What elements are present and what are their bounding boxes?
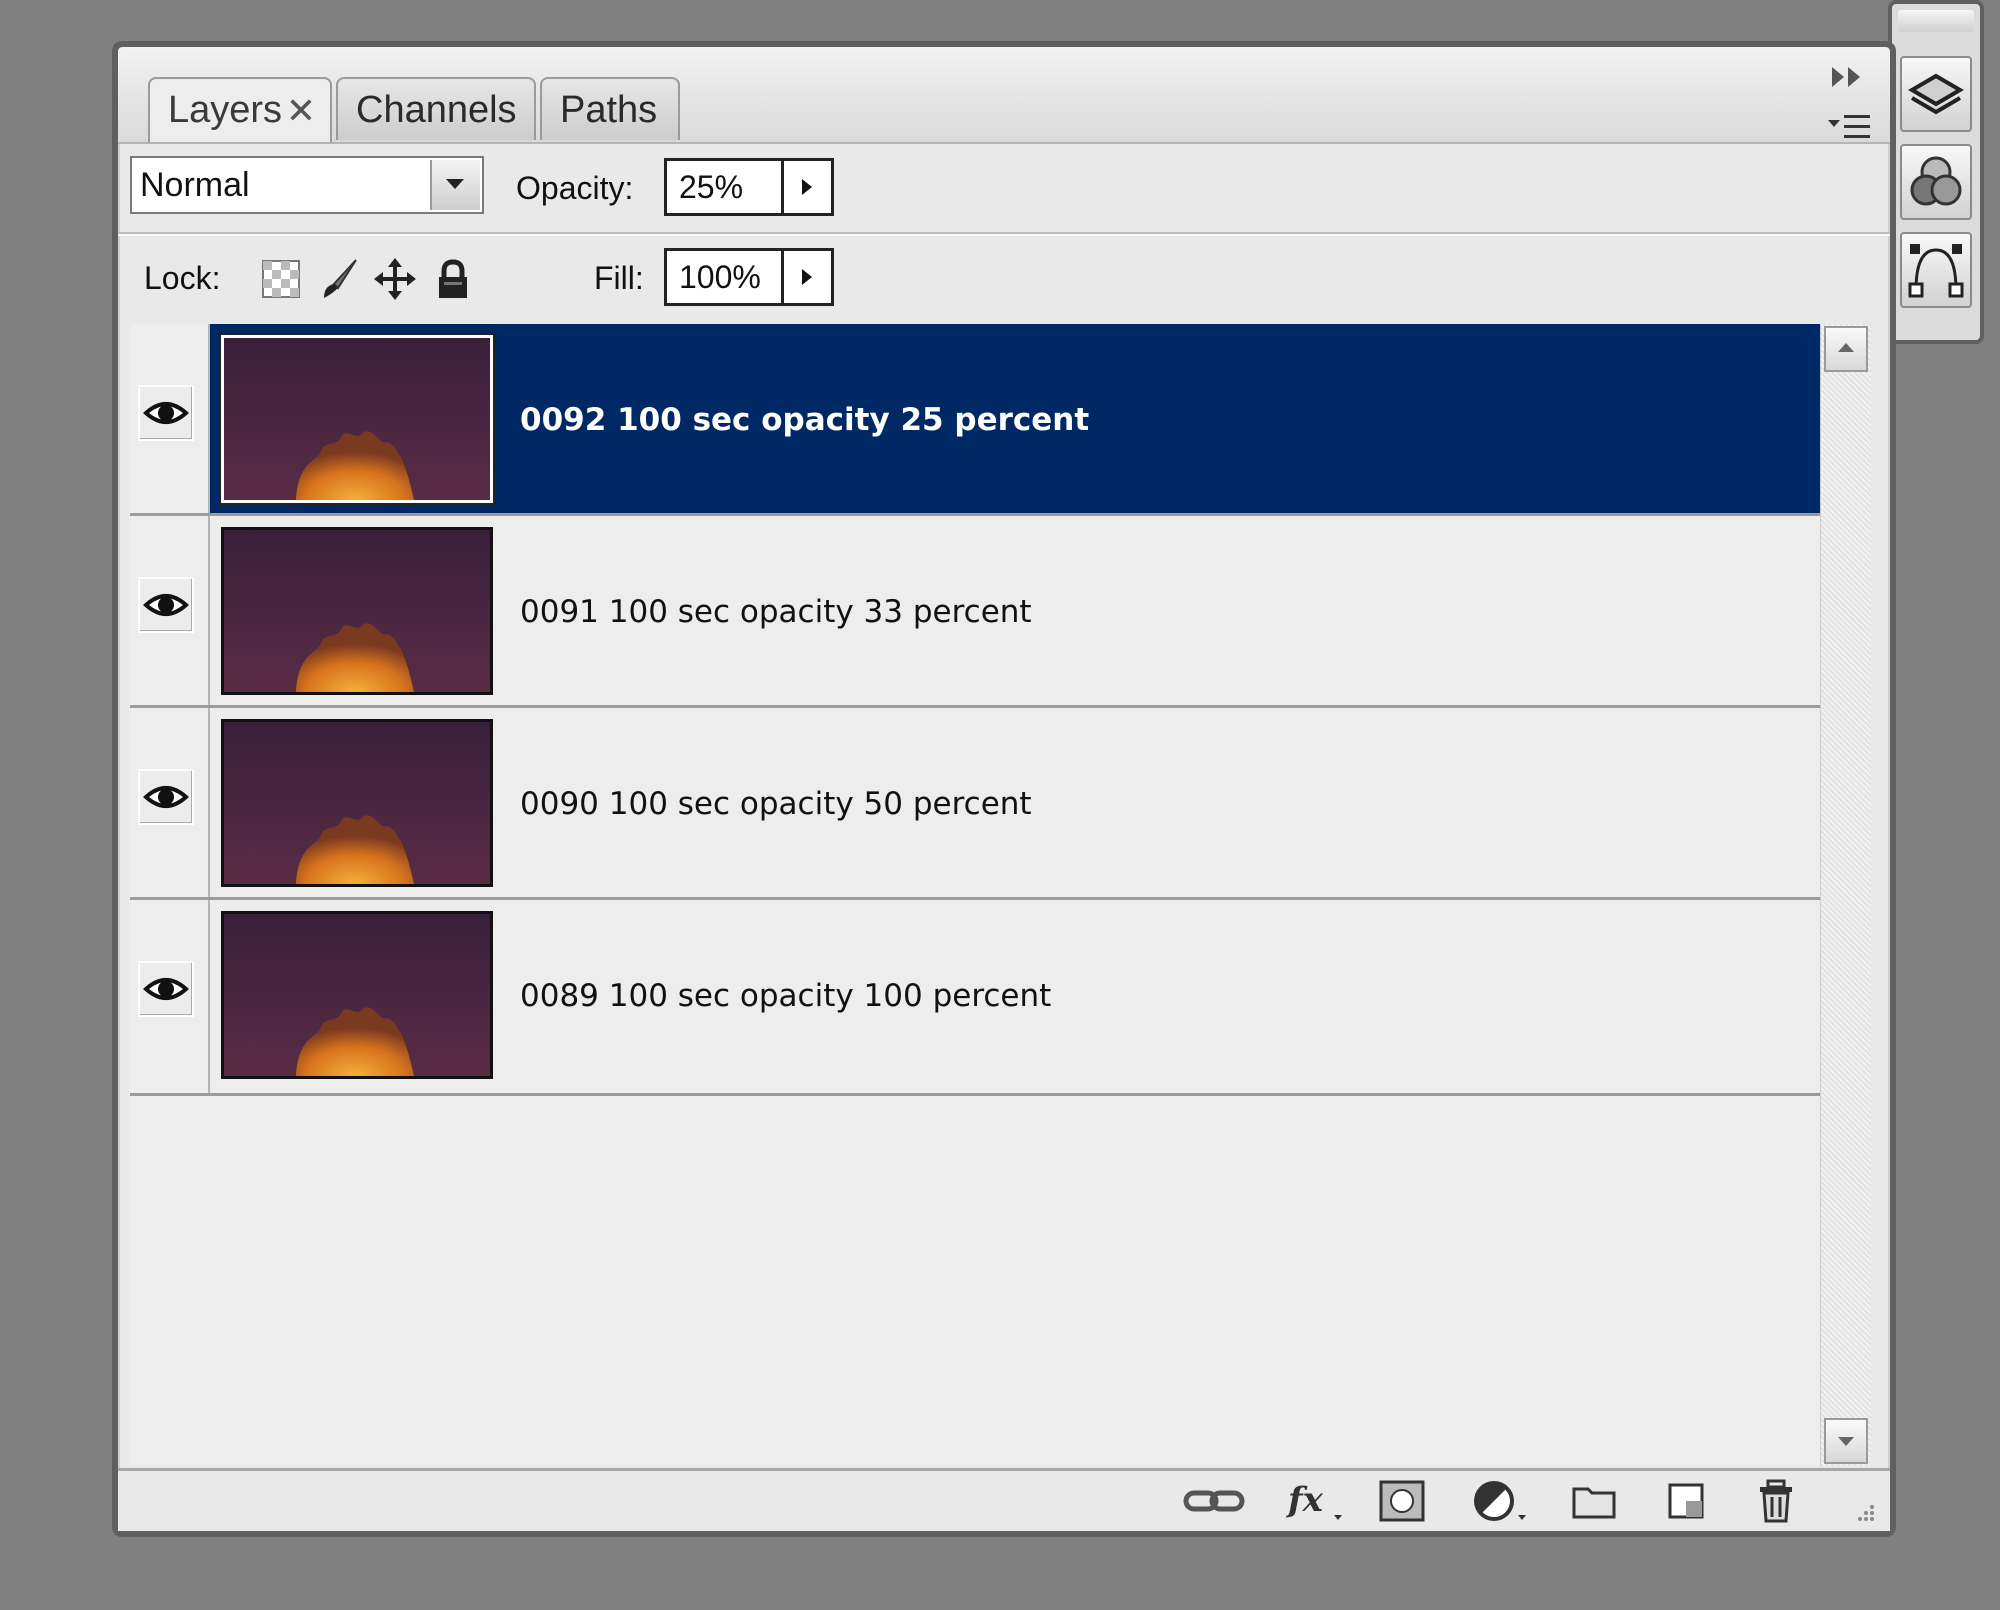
svg-text:fx: fx bbox=[1286, 1480, 1324, 1520]
lock-all-padlock-icon[interactable] bbox=[432, 258, 474, 300]
layers-icon bbox=[1908, 73, 1964, 115]
triangle-up-icon bbox=[1838, 343, 1854, 352]
visibility-toggle[interactable] bbox=[138, 577, 194, 633]
visibility-toggle[interactable] bbox=[138, 961, 194, 1017]
layer-name: 0090 100 sec opacity 50 percent bbox=[520, 786, 1032, 822]
chevron-down-icon bbox=[446, 179, 464, 189]
new-group-folder-icon[interactable] bbox=[1570, 1479, 1618, 1523]
new-layer-icon[interactable] bbox=[1664, 1479, 1708, 1523]
fill-value: 100% bbox=[679, 259, 761, 295]
dock-channels-button[interactable] bbox=[1900, 144, 1972, 220]
layer-thumbnail bbox=[221, 527, 493, 695]
layer-thumbnail bbox=[221, 911, 493, 1079]
eye-icon bbox=[143, 594, 189, 616]
triangle-right-icon bbox=[802, 179, 812, 195]
layer-name: 0089 100 sec opacity 100 percent bbox=[520, 978, 1052, 1014]
visibility-cell bbox=[130, 324, 210, 513]
layer-thumbnail bbox=[221, 719, 493, 887]
visibility-cell bbox=[130, 900, 210, 1093]
layers-scrollbar[interactable] bbox=[1820, 324, 1871, 1466]
fill-label: Fill: bbox=[594, 260, 644, 296]
opacity-label: Opacity: bbox=[516, 170, 634, 206]
layer-name: 0092 100 sec opacity 25 percent bbox=[520, 402, 1090, 438]
blend-options-row: Normal Opacity: 25% bbox=[118, 144, 1890, 234]
blend-dropdown-button[interactable] bbox=[430, 160, 480, 210]
triangle-right-icon bbox=[802, 269, 812, 285]
opacity-value: 25% bbox=[679, 169, 744, 205]
layer-row[interactable]: 0089 100 sec opacity 100 percent bbox=[130, 900, 1820, 1096]
triangle-down-icon bbox=[1838, 1437, 1854, 1446]
eye-icon bbox=[143, 402, 189, 424]
layer-name-area[interactable]: 0091 100 sec opacity 33 percent bbox=[210, 516, 1820, 705]
visibility-cell bbox=[130, 516, 210, 705]
panel-tab-bar: Layers ✕ Channels Paths bbox=[118, 47, 1890, 144]
trash-delete-layer-icon[interactable] bbox=[1754, 1479, 1798, 1523]
layer-row[interactable]: 0092 100 sec opacity 25 percent bbox=[130, 324, 1820, 516]
dock-paths-button[interactable] bbox=[1900, 232, 1972, 308]
layers-list: 0092 100 sec opacity 25 percent 0091 100… bbox=[130, 324, 1820, 1466]
opacity-slider-button[interactable] bbox=[781, 161, 831, 213]
dock-layers-button[interactable] bbox=[1900, 56, 1972, 132]
layer-row[interactable]: 0090 100 sec opacity 50 percent bbox=[130, 708, 1820, 900]
lock-label: Lock: bbox=[144, 260, 221, 296]
channels-icon bbox=[1910, 156, 1962, 206]
eye-icon bbox=[143, 978, 189, 1000]
panel-menu-icon[interactable] bbox=[1826, 112, 1872, 142]
tab-channels[interactable]: Channels bbox=[336, 77, 536, 140]
link-layers-icon[interactable] bbox=[1182, 1479, 1246, 1523]
paths-icon bbox=[1908, 244, 1964, 298]
tab-layers[interactable]: Layers ✕ bbox=[148, 77, 332, 142]
tab-label: Channels bbox=[356, 89, 517, 131]
fill-slider-button[interactable] bbox=[781, 251, 831, 303]
close-icon[interactable]: ✕ bbox=[286, 79, 316, 142]
eye-icon bbox=[143, 786, 189, 808]
layer-name-area[interactable]: 0089 100 sec opacity 100 percent bbox=[210, 900, 1820, 1093]
scroll-down-button[interactable] bbox=[1824, 1418, 1868, 1464]
layer-thumbnail bbox=[219, 333, 495, 505]
layer-name: 0091 100 sec opacity 33 percent bbox=[520, 594, 1032, 630]
blend-mode-select[interactable]: Normal bbox=[130, 156, 484, 214]
scroll-up-button[interactable] bbox=[1824, 326, 1868, 372]
lock-options-row: Lock: Fill: 100% bbox=[118, 236, 1890, 322]
lock-position-move-icon[interactable] bbox=[374, 258, 416, 300]
blend-mode-value: Normal bbox=[140, 166, 250, 204]
tab-paths[interactable]: Paths bbox=[540, 77, 680, 140]
fx-layer-style-icon[interactable]: fx bbox=[1286, 1479, 1346, 1523]
layers-bottom-bar: fx bbox=[118, 1468, 1890, 1531]
collapse-double-arrow-icon[interactable] bbox=[1830, 65, 1864, 89]
layer-name-area[interactable]: 0092 100 sec opacity 25 percent bbox=[210, 324, 1820, 513]
lock-transparent-pixels-icon[interactable] bbox=[260, 258, 302, 300]
dock-grip[interactable] bbox=[1898, 10, 1974, 32]
layer-row[interactable]: 0091 100 sec opacity 33 percent bbox=[130, 516, 1820, 708]
add-mask-icon[interactable] bbox=[1378, 1479, 1426, 1523]
opacity-field[interactable]: 25% bbox=[664, 158, 834, 216]
adjustment-layer-icon[interactable] bbox=[1472, 1479, 1532, 1523]
resize-grip-icon[interactable] bbox=[1846, 1479, 1876, 1523]
visibility-toggle[interactable] bbox=[138, 385, 194, 441]
lock-image-pixels-brush-icon[interactable] bbox=[318, 258, 360, 300]
visibility-toggle[interactable] bbox=[138, 769, 194, 825]
visibility-cell bbox=[130, 708, 210, 897]
layer-name-area[interactable]: 0090 100 sec opacity 50 percent bbox=[210, 708, 1820, 897]
panel-dock bbox=[1888, 0, 1984, 344]
layers-panel: Layers ✕ Channels Paths Normal Opacity: … bbox=[112, 41, 1896, 1537]
fill-field[interactable]: 100% bbox=[664, 248, 834, 306]
tab-label: Layers bbox=[168, 89, 283, 131]
tab-label: Paths bbox=[560, 89, 658, 131]
